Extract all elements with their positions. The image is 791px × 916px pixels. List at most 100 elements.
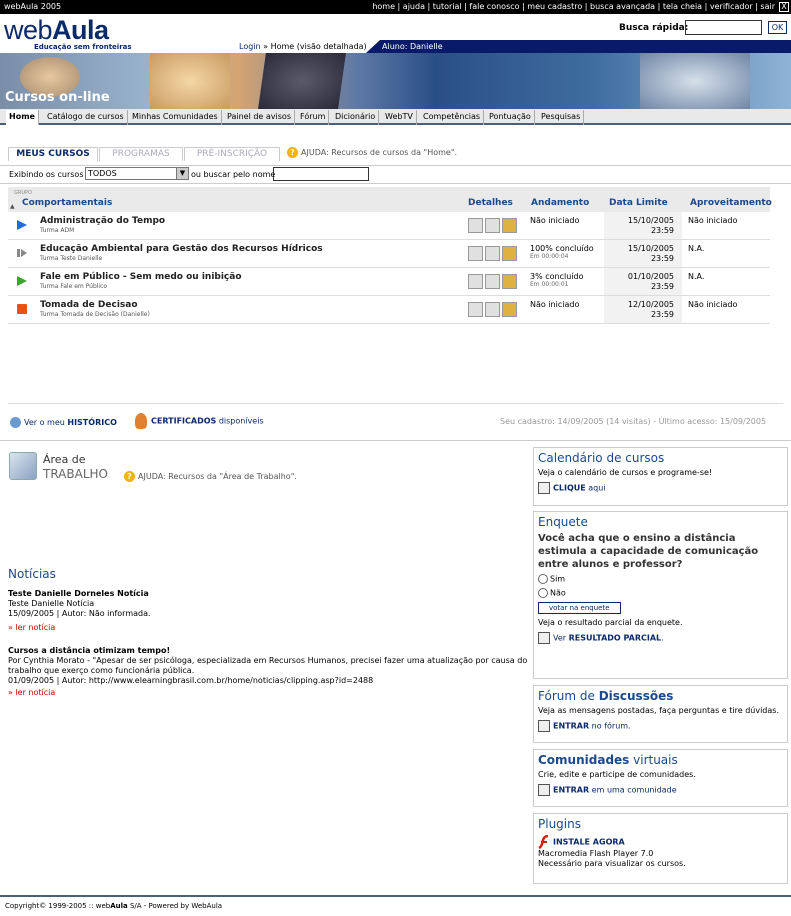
- vote-button[interactable]: votar na enquete: [538, 602, 621, 614]
- logo[interactable]: webAula: [4, 16, 109, 44]
- communities-title-2: virtuais: [629, 753, 678, 767]
- tab-pre-inscricao[interactable]: PRÉ-INSCRIÇÃO: [184, 147, 280, 161]
- poll-option[interactable]: Sim: [538, 574, 783, 584]
- poll-result-text: Veja o resultado parcial da enquete.: [538, 618, 683, 627]
- poll-title: Enquete: [538, 515, 588, 529]
- news-item-title: Cursos a distância otimizam tempo!: [8, 646, 171, 655]
- plugins-title: Plugins: [538, 817, 581, 831]
- list-icon[interactable]: [485, 302, 500, 317]
- help-icon: ?: [124, 471, 135, 482]
- users-icon[interactable]: [502, 302, 517, 317]
- calendar-title: Calendário de cursos: [538, 451, 783, 465]
- breadcrumb-login[interactable]: Login: [239, 42, 261, 51]
- course-name[interactable]: Fale em Público - Sem medo ou inibição: [40, 272, 242, 282]
- help-courses[interactable]: ? AJUDA: Recursos de cursos da "Home".: [287, 147, 457, 158]
- course-name[interactable]: Educação Ambiental para Gestão dos Recur…: [40, 244, 323, 254]
- close-icon[interactable]: X: [779, 2, 789, 12]
- radio-icon[interactable]: [538, 574, 548, 584]
- users-icon[interactable]: [502, 274, 517, 289]
- course-filter-select[interactable]: TODOS ▼: [85, 167, 189, 180]
- course-name[interactable]: Administração do Tempo: [40, 216, 165, 226]
- filter-label: Exibindo os cursos: [9, 170, 84, 179]
- users-icon[interactable]: [502, 218, 517, 233]
- details-icon[interactable]: [468, 274, 483, 289]
- tab-programas[interactable]: PROGRAMAS: [99, 147, 183, 161]
- course-name[interactable]: Tomada de Decisao: [40, 300, 138, 310]
- deadline-time: 23:59: [650, 310, 674, 319]
- nav-catalogo[interactable]: Catálogo de cursos: [44, 110, 128, 125]
- poll-box: Enquete Você acha que o ensino a distânc…: [533, 511, 788, 679]
- poll-result-bold: RESULTADO PARCIAL: [568, 633, 662, 643]
- details-icon[interactable]: [468, 302, 483, 317]
- course-details: [468, 274, 528, 292]
- certificates-link[interactable]: CERTIFICADOS disponíveis: [135, 413, 264, 429]
- course-grade: Não iniciado: [688, 216, 738, 225]
- history-link[interactable]: Ver o meu HISTÓRICO: [10, 417, 117, 428]
- forum-link[interactable]: ENTRAR no fórum.: [538, 720, 783, 732]
- poll-option-label: Não: [550, 588, 566, 598]
- nav-dicionario[interactable]: Dicionário: [332, 110, 380, 125]
- tab-meus-cursos[interactable]: MEUS CURSOS: [8, 147, 98, 161]
- communities-text: Crie, edite e participe de comunidades.: [538, 770, 696, 779]
- course-grade: Não iniciado: [688, 300, 738, 309]
- list-icon[interactable]: [485, 218, 500, 233]
- read-news-link[interactable]: » ler notícia: [8, 688, 55, 698]
- course-name-input[interactable]: [273, 167, 369, 181]
- group-name[interactable]: Comportamentais: [22, 198, 112, 208]
- course-filter-value: TODOS: [88, 169, 117, 178]
- poll-result-link[interactable]: Ver RESULTADO PARCIAL.: [538, 632, 783, 644]
- calendar-link-bold: CLIQUE: [553, 483, 586, 493]
- table-row: Fale em Público - Sem medo ou inibição T…: [8, 268, 770, 296]
- poll-option[interactable]: Não: [538, 588, 783, 598]
- list-icon[interactable]: [485, 246, 500, 261]
- quick-search-label: Busca rápida:: [619, 23, 689, 33]
- course-progress: 100% concluído Em 00:00:04: [530, 244, 594, 260]
- breadcrumb-sep: »: [260, 42, 271, 51]
- table-header: ▲ Comportamentais Detalhes Andamento Dat…: [8, 187, 772, 212]
- nav-avisos[interactable]: Painel de avisos: [224, 110, 295, 125]
- filter-or-label: ou buscar pelo nome: [191, 170, 276, 179]
- users-icon[interactable]: [502, 246, 517, 261]
- nav-forum[interactable]: Fórum: [297, 110, 330, 125]
- nav-pontuacao[interactable]: Pontuação: [486, 110, 535, 125]
- list-icon[interactable]: [485, 274, 500, 289]
- poll-option-label: Sim: [550, 574, 566, 584]
- calendar-link[interactable]: CLIQUE aqui: [538, 482, 783, 494]
- forum-title: Fórum de Discussões: [538, 689, 783, 703]
- nav-home[interactable]: Home: [6, 110, 39, 125]
- nav-pesquisas[interactable]: Pesquisas: [538, 110, 585, 125]
- help-workspace[interactable]: ? AJUDA: Recursos da "Área de Trabalho".: [124, 471, 297, 482]
- nav-comunidades[interactable]: Minhas Comunidades: [129, 110, 222, 125]
- course-class: Turma Fale em Público: [40, 283, 108, 290]
- col-data-limite: Data Limite: [609, 198, 668, 208]
- deadline-date: 15/10/2005: [627, 216, 674, 225]
- progress-text: Não iniciado: [530, 300, 580, 309]
- logo-aula: Aula: [52, 15, 109, 45]
- read-news-link[interactable]: » ler notícia: [8, 623, 55, 633]
- nav-competencias[interactable]: Competências: [420, 110, 485, 125]
- course-progress: Não iniciado: [530, 300, 579, 309]
- course-progress: 3% concluído Em 00:00:01: [530, 272, 583, 288]
- details-icon[interactable]: [468, 218, 483, 233]
- news-item-text-2: trabalho que exerço como funcionária púb…: [8, 666, 195, 675]
- footer-post: S/A - Powered by WebAula: [127, 902, 223, 910]
- details-icon[interactable]: [468, 246, 483, 261]
- cursor-icon: [538, 482, 550, 494]
- course-grade: N.A.: [688, 272, 705, 281]
- forum-title-2: Discussões: [598, 689, 674, 703]
- main-nav: Home Catálogo de cursos Minhas Comunidad…: [0, 109, 791, 125]
- communities-title: Comunidades virtuais: [538, 753, 783, 767]
- quick-search-ok-button[interactable]: OK: [768, 21, 787, 34]
- calendar-text: Veja o calendário de cursos e programe-s…: [538, 468, 713, 477]
- radio-icon[interactable]: [538, 588, 548, 598]
- nav-webtv[interactable]: WebTV: [382, 110, 417, 125]
- quick-search-input[interactable]: [685, 20, 762, 35]
- top-links[interactable]: home | ajuda | tutorial | fale conosco |…: [372, 0, 775, 14]
- install-link[interactable]: INSTALE AGORA: [538, 834, 783, 850]
- sort-icon[interactable]: ▲: [10, 203, 15, 210]
- communities-link[interactable]: ENTRAR em uma comunidade: [538, 784, 783, 796]
- divider: [8, 403, 783, 404]
- slogan: Educação sem fronteiras: [34, 43, 132, 51]
- breadcrumb: Login » Home (visão detalhada): [239, 42, 367, 51]
- status-stop-icon: [17, 304, 27, 314]
